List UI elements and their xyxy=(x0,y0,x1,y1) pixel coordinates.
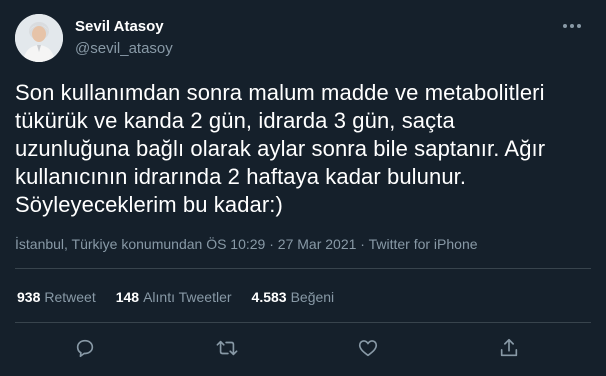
retweet-count[interactable]: 938 Retweet xyxy=(17,289,96,305)
retweet-count-label: Retweet xyxy=(44,289,96,305)
avatar[interactable] xyxy=(15,14,63,62)
more-options-icon[interactable] xyxy=(560,16,584,36)
divider xyxy=(15,268,591,269)
tweet-stats: 938 Retweet 148 Alıntı Tweetler 4.583 Beğen… xyxy=(17,289,354,305)
tweet-text: Son kullanımdan sonra malum madde ve met… xyxy=(15,80,546,217)
author-handle[interactable]: @sevil_atasoy xyxy=(75,40,173,57)
share-icon[interactable] xyxy=(496,335,522,361)
like-count[interactable]: 4.583 Beğeni xyxy=(252,289,335,305)
tweet-meta[interactable]: İstanbul, Türkiye konumundan ÖS 10:29 · … xyxy=(15,236,478,252)
profile-photo-icon xyxy=(15,14,63,62)
author-name[interactable]: Sevil Atasoy xyxy=(75,18,164,35)
quote-count[interactable]: 148 Alıntı Tweetler xyxy=(116,289,232,305)
quote-count-label: Alıntı Tweetler xyxy=(143,289,232,305)
reply-icon[interactable] xyxy=(72,335,98,361)
like-count-label: Beğeni xyxy=(290,289,335,305)
like-icon[interactable] xyxy=(355,335,381,361)
tweet-card: Sevil Atasoy @sevil_atasoy Son kullanımd… xyxy=(0,0,606,376)
tweet-actions xyxy=(0,335,606,361)
like-count-value: 4.583 xyxy=(251,289,287,305)
retweet-count-value: 938 xyxy=(17,289,41,305)
retweet-icon[interactable] xyxy=(214,335,240,361)
divider xyxy=(15,322,591,323)
quote-count-value: 148 xyxy=(115,289,140,305)
